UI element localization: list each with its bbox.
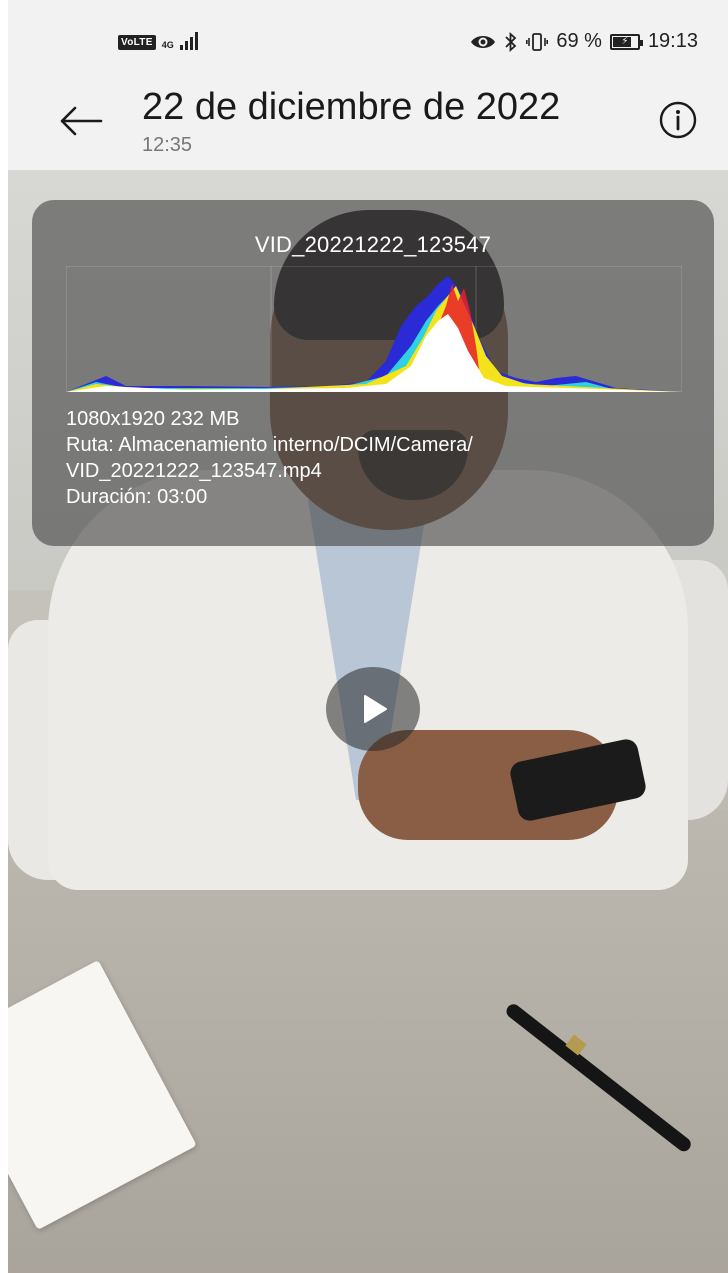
resolution-size: 1080x1920 232 MB xyxy=(66,408,240,430)
duration: Duración: 03:00 xyxy=(66,486,208,508)
file-info-panel: VID_20221222_123547 1080x1920 232 MB Rut… xyxy=(32,200,714,546)
info-icon xyxy=(659,101,697,139)
histogram xyxy=(66,266,682,392)
header: 22 de diciembre de 2022 12:35 xyxy=(8,78,728,170)
volte-badge: VoLTE xyxy=(118,35,156,50)
bluetooth-icon xyxy=(505,31,517,52)
back-button[interactable] xyxy=(56,96,106,146)
file-path-line1: Ruta: Almacenamiento interno/DCIM/Camera… xyxy=(66,434,473,456)
histogram-blue xyxy=(66,276,682,392)
play-icon xyxy=(364,695,387,723)
info-button[interactable] xyxy=(658,100,698,140)
screen: VoLTE 4G 69 % ⚡ 19:13 22 de diciembre de… xyxy=(8,0,728,1273)
battery-percent: 69 % xyxy=(556,30,602,52)
clock: 19:13 xyxy=(647,30,698,52)
network-type: 4G xyxy=(161,40,174,50)
eye-icon xyxy=(471,35,496,48)
file-path-line2: VID_20221222_123547.mp4 xyxy=(66,460,322,482)
battery-icon: ⚡ xyxy=(609,33,643,50)
charging-icon: ⚡ xyxy=(621,36,629,47)
page-subtitle: 12:35 xyxy=(142,134,193,156)
file-metadata: 1080x1920 232 MB Ruta: Almacenamiento in… xyxy=(66,406,473,510)
file-name: VID_20221222_123547 xyxy=(254,232,492,257)
page-title: 22 de diciembre de 2022 xyxy=(142,86,561,128)
play-button[interactable] xyxy=(326,667,420,751)
arrow-left-icon xyxy=(60,106,103,136)
vibrate-icon xyxy=(526,32,549,51)
status-bar: VoLTE 4G 69 % ⚡ 19:13 xyxy=(8,0,728,78)
status-right: 69 % ⚡ 19:13 xyxy=(470,30,698,53)
signal-icon xyxy=(179,32,198,50)
status-left: VoLTE 4G xyxy=(118,32,198,50)
video-preview[interactable]: VID_20221222_123547 1080x1920 232 MB Rut… xyxy=(8,170,728,1273)
